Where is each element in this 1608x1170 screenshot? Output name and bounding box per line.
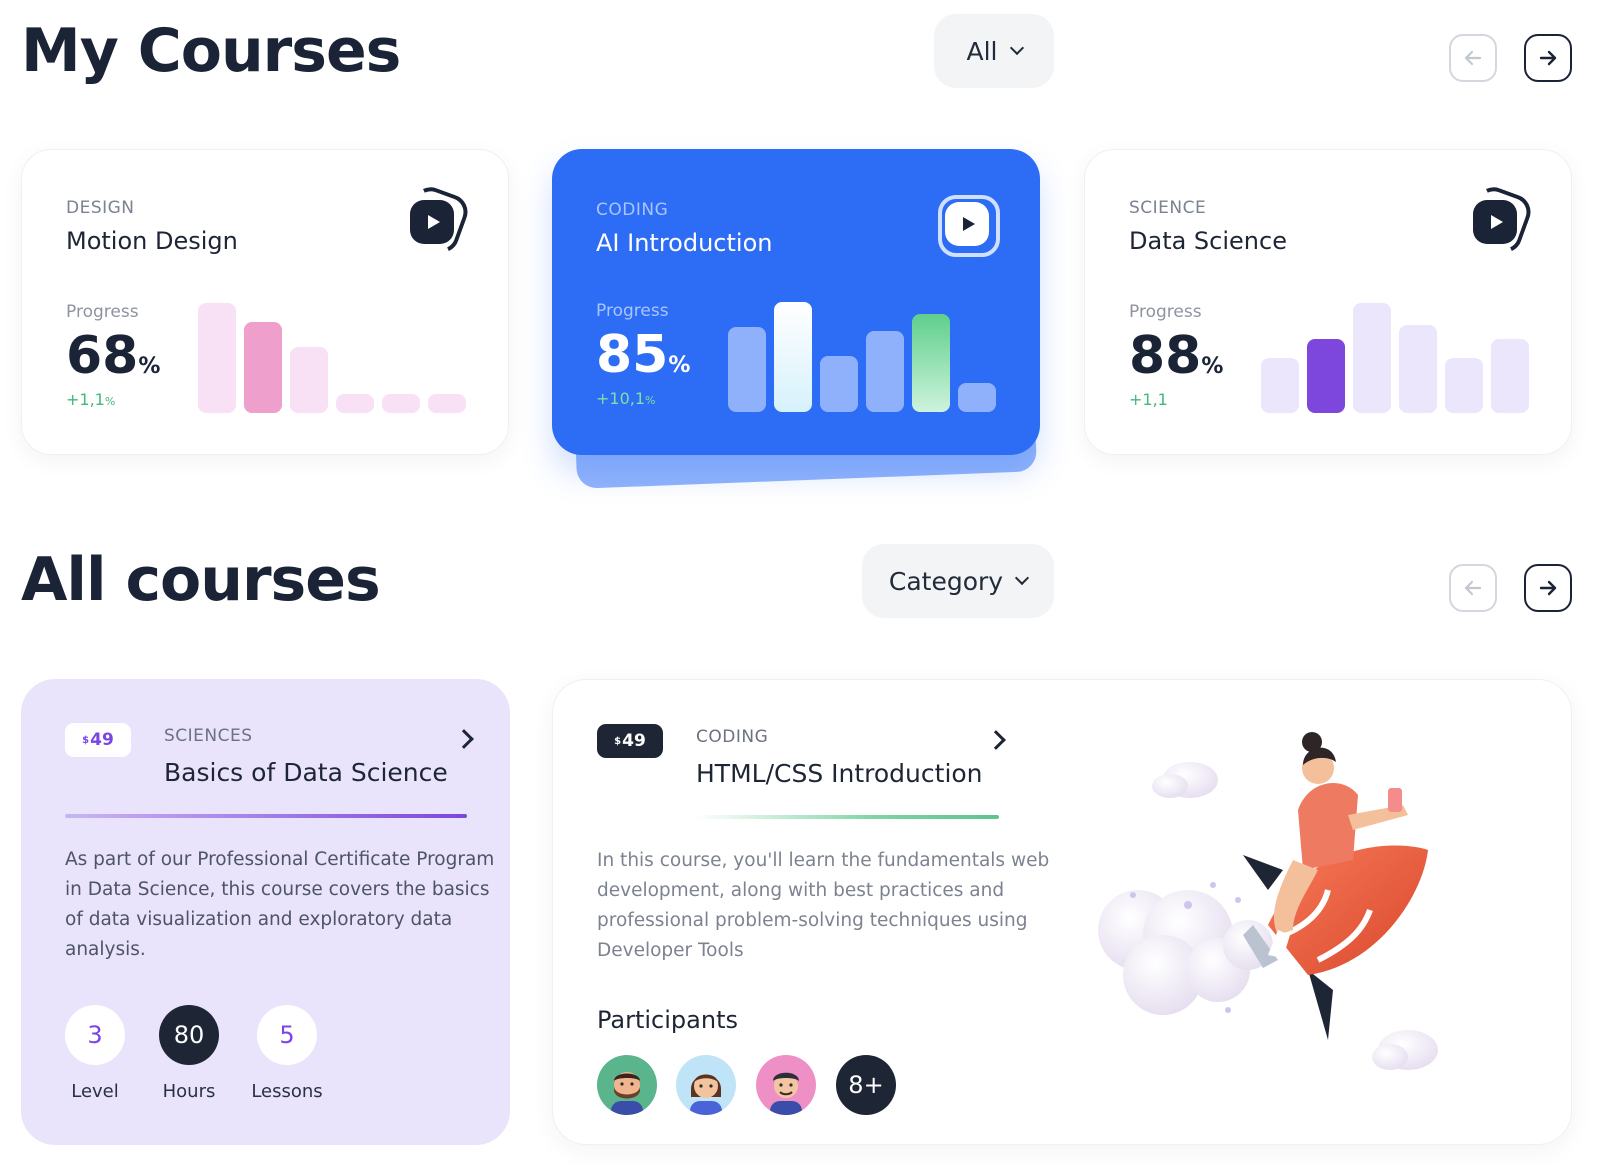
progress-bar xyxy=(1399,325,1437,413)
progress-bar xyxy=(198,303,236,413)
price-badge: $49 xyxy=(597,724,663,758)
progress-bar xyxy=(1307,339,1345,413)
progress-bar xyxy=(244,322,282,413)
category-filter-dropdown[interactable]: Category xyxy=(862,544,1054,618)
progress-bar xyxy=(428,394,466,413)
progress-bar xyxy=(336,394,374,413)
all-filter-label: All xyxy=(966,36,998,66)
title-underline xyxy=(696,815,999,819)
progress-bar xyxy=(774,302,812,412)
rocket-girl-illustration xyxy=(1098,732,1438,1070)
progress-bar-chart xyxy=(198,297,466,413)
stat-level: 3 Level xyxy=(65,1005,125,1102)
progress-delta: +1,1% xyxy=(66,390,116,409)
stat-value: 5 xyxy=(257,1005,317,1065)
stat-hours: 80 Hours xyxy=(158,1005,220,1102)
participants-title: Participants xyxy=(597,1006,738,1034)
progress-bar xyxy=(382,394,420,413)
course-title: Motion Design xyxy=(66,227,238,255)
course-category: CODING xyxy=(596,200,669,220)
play-icon xyxy=(428,215,440,229)
progress-label: Progress xyxy=(596,301,669,321)
chevron-down-icon xyxy=(1009,40,1024,56)
progress-bar xyxy=(728,327,766,412)
progress-bar xyxy=(912,314,950,412)
all-courses-title: All courses xyxy=(21,545,381,615)
play-button[interactable] xyxy=(1462,182,1536,258)
progress-bar xyxy=(1261,358,1299,413)
my-courses-prev-button[interactable] xyxy=(1449,34,1497,82)
stat-label: Level xyxy=(71,1081,119,1102)
play-icon xyxy=(963,217,975,231)
participant-avatar[interactable] xyxy=(756,1055,816,1115)
progress-value: 88% xyxy=(1129,326,1224,386)
course-card-ai-introduction[interactable]: CODING AI Introduction Progress 85% +10,… xyxy=(552,149,1040,455)
arrow-right-icon xyxy=(1539,580,1557,596)
course-description: In this course, you'll learn the fundame… xyxy=(597,850,1050,961)
course-category: SCIENCE xyxy=(1129,198,1207,218)
course-title: Data Science xyxy=(1129,227,1287,255)
arrow-left-icon xyxy=(1464,580,1482,596)
arrow-right-icon xyxy=(1539,50,1557,66)
play-button[interactable] xyxy=(938,195,1000,257)
progress-label: Progress xyxy=(66,302,139,322)
all-courses-next-button[interactable] xyxy=(1524,564,1572,612)
my-courses-title: My Courses xyxy=(21,16,401,86)
all-filter-dropdown[interactable]: All xyxy=(934,14,1054,88)
stat-label: Hours xyxy=(162,1081,216,1102)
participant-avatar[interactable] xyxy=(597,1055,657,1115)
course-card-data-science[interactable]: SCIENCE Data Science Progress 88% +1,1 xyxy=(1084,149,1572,455)
all-courses-prev-button[interactable] xyxy=(1449,564,1497,612)
category-filter-label: Category xyxy=(888,566,1004,596)
stat-lessons: 5 Lessons xyxy=(247,1005,327,1102)
chevron-down-icon xyxy=(1015,570,1030,586)
progress-delta: +10,1% xyxy=(596,389,656,408)
chevron-right-icon[interactable] xyxy=(983,724,1013,754)
course-card-motion-design[interactable]: DESIGN Motion Design Progress 68% +1,1% xyxy=(21,149,509,455)
course-card-html-css-introduction[interactable]: $49 CODING HTML/CSS Introduction In this… xyxy=(552,679,1572,1145)
progress-bar xyxy=(1353,303,1391,413)
title-underline xyxy=(65,814,467,818)
progress-bar xyxy=(866,331,904,412)
more-participants-badge[interactable]: 8+ xyxy=(836,1055,896,1115)
course-category: SCIENCES xyxy=(164,726,253,746)
price-badge: $49 xyxy=(65,723,131,757)
progress-bar xyxy=(820,356,858,412)
course-title: Basics of Data Science xyxy=(164,758,448,787)
progress-value: 68% xyxy=(66,326,161,386)
progress-delta: +1,1 xyxy=(1129,390,1168,409)
progress-bar xyxy=(1445,358,1483,413)
stat-value: 3 xyxy=(65,1005,125,1065)
course-title: AI Introduction xyxy=(596,229,773,257)
play-button[interactable] xyxy=(399,182,473,258)
stat-value: 80 xyxy=(159,1005,219,1065)
course-category: DESIGN xyxy=(66,198,135,218)
course-category: CODING xyxy=(696,727,769,747)
course-title: HTML/CSS Introduction xyxy=(696,759,983,788)
progress-bar-chart xyxy=(728,296,996,412)
progress-bar-chart xyxy=(1261,297,1529,413)
course-description: As part of our Professional Certificate … xyxy=(65,849,495,960)
chevron-right-icon[interactable] xyxy=(451,723,481,753)
my-courses-next-button[interactable] xyxy=(1524,34,1572,82)
course-card-basics-of-data-science[interactable]: $49 SCIENCES Basics of Data Science As p… xyxy=(21,679,510,1145)
arrow-left-icon xyxy=(1464,50,1482,66)
stat-label: Lessons xyxy=(251,1081,323,1102)
progress-bar xyxy=(290,347,328,413)
progress-bar xyxy=(1491,339,1529,413)
progress-label: Progress xyxy=(1129,302,1202,322)
progress-value: 85% xyxy=(596,325,691,385)
progress-bar xyxy=(958,383,996,412)
participant-avatar[interactable] xyxy=(676,1055,736,1115)
play-icon xyxy=(1491,215,1503,229)
